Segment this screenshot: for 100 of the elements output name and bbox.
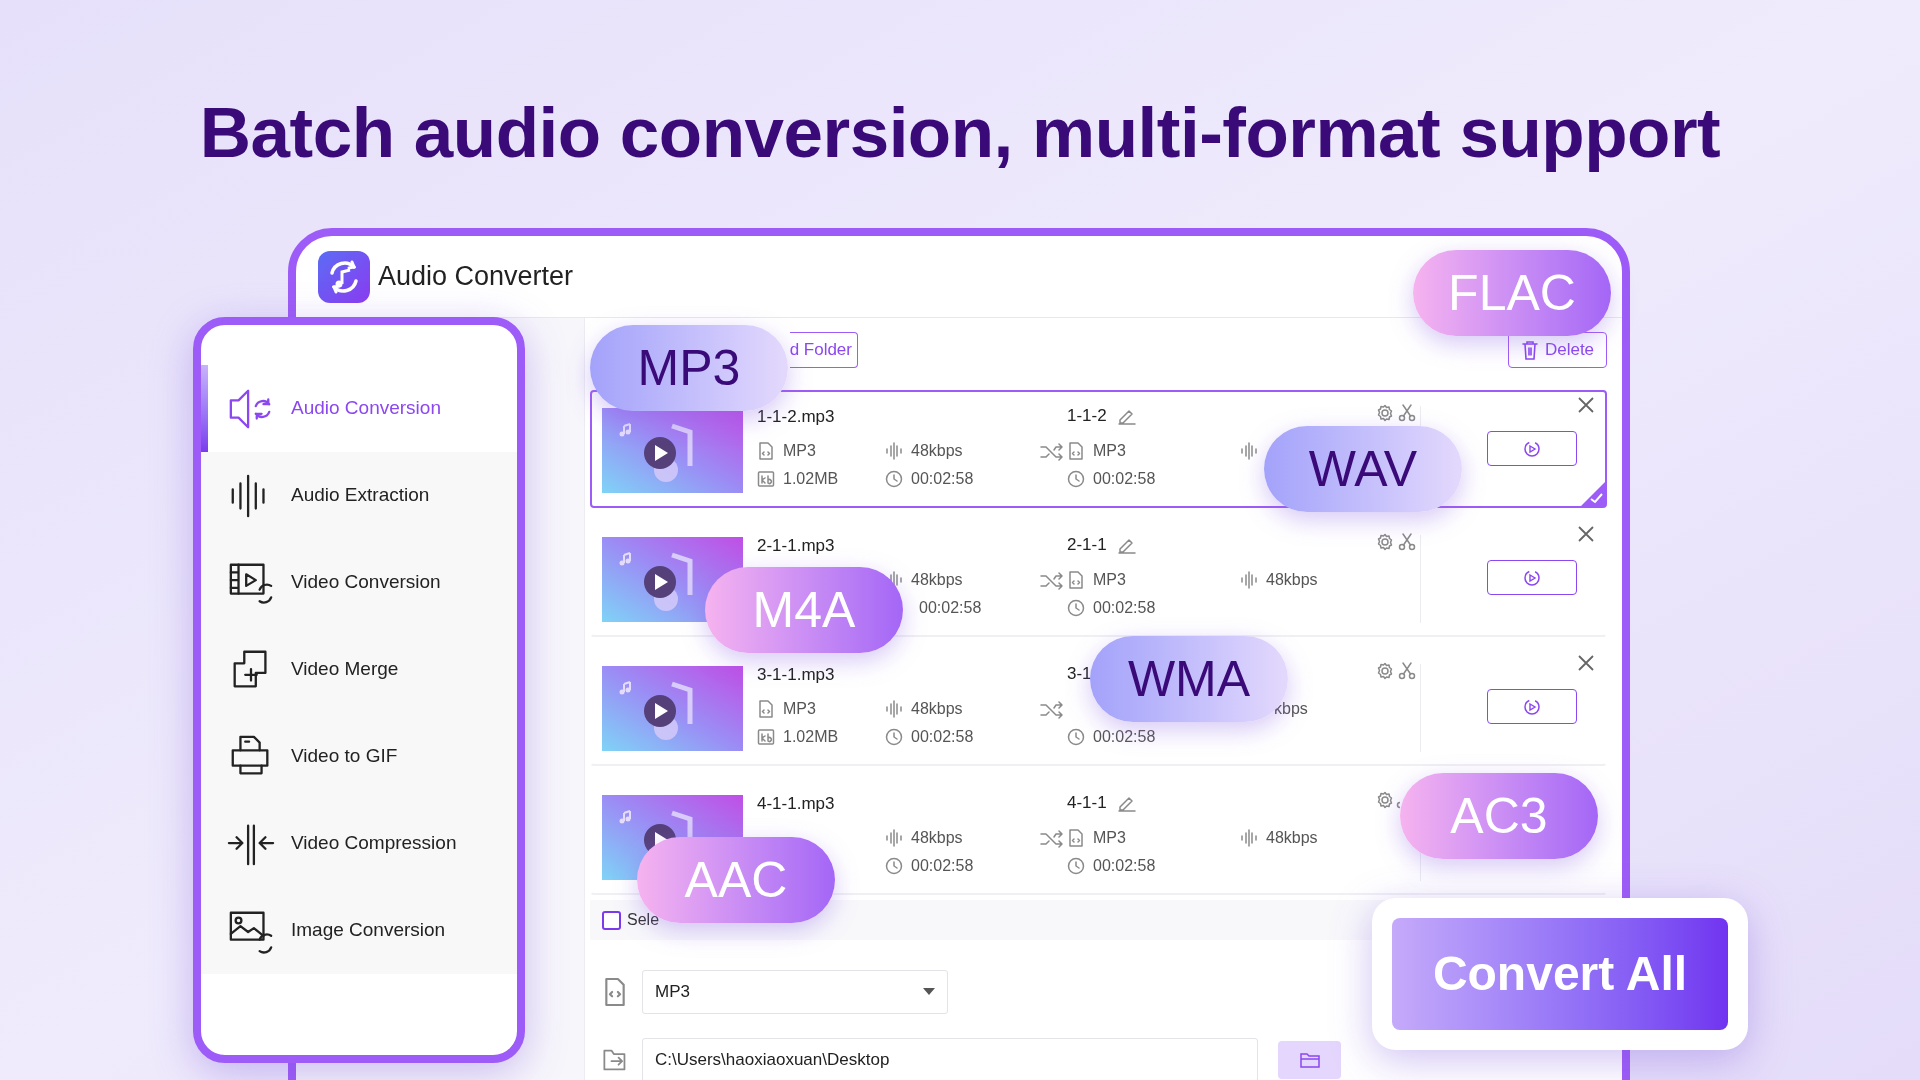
duration: 00:02:58 <box>919 598 982 618</box>
settings-icon[interactable] <box>1376 662 1394 680</box>
sidebar-item[interactable]: Image Conversion <box>201 887 517 974</box>
select-all-label: Sele <box>627 910 660 930</box>
convert-button[interactable] <box>1487 560 1577 595</box>
add-folder-button[interactable]: d Folder <box>790 332 858 368</box>
trash-icon <box>1520 340 1539 360</box>
shuffle-icon <box>1040 830 1064 848</box>
select-all-checkbox[interactable] <box>602 910 621 930</box>
output-format: MP3 <box>1093 828 1126 848</box>
duration: 00:02:58 <box>911 469 974 489</box>
bitrate-icon <box>885 442 903 460</box>
settings-icon[interactable] <box>1376 533 1394 551</box>
output-name: 2-1-1 <box>1067 534 1107 557</box>
format-tag: MP3 <box>590 325 788 411</box>
clock-icon <box>1067 470 1085 488</box>
output-format: MP3 <box>1093 441 1126 461</box>
folder-icon <box>1299 1052 1320 1068</box>
output-duration: 00:02:58 <box>1093 469 1156 489</box>
scissors-icon[interactable] <box>1398 404 1416 422</box>
bitrate-icon <box>1240 442 1258 460</box>
format-tag: M4A <box>705 567 903 653</box>
convert-button[interactable] <box>1487 431 1577 466</box>
file-format: MP3 <box>783 699 816 719</box>
bitrate-icon <box>1240 571 1258 589</box>
file-name: 4-1-1.mp3 <box>757 793 836 815</box>
app-logo-icon <box>318 250 370 303</box>
scissors-icon[interactable] <box>1398 662 1416 680</box>
file-format-icon <box>757 442 775 460</box>
duration: 00:02:58 <box>911 727 974 747</box>
dropdown-caret-icon <box>923 988 935 996</box>
scissors-icon[interactable] <box>1398 533 1416 551</box>
headline: Batch audio conversion, multi-format support <box>198 92 1722 174</box>
bitrate: 48kbps <box>911 699 963 719</box>
file-size-icon <box>757 728 775 746</box>
convert-icon <box>1523 439 1541 458</box>
shuffle-icon <box>1040 701 1064 719</box>
sidebar-item[interactable]: Video Compression <box>201 800 517 887</box>
output-bitrate: 48kbps <box>1266 828 1318 848</box>
window-title: Audio Converter <box>378 260 574 294</box>
shuffle-icon <box>1040 572 1064 590</box>
clock-icon <box>1067 728 1085 746</box>
convert-button[interactable] <box>1487 689 1577 724</box>
sidebar-item[interactable]: Audio Extraction <box>201 452 517 539</box>
clock-icon <box>885 470 903 488</box>
close-icon[interactable] <box>1577 525 1595 543</box>
convert-icon <box>1523 697 1541 716</box>
file-name: 3-1-1.mp3 <box>757 664 836 686</box>
sidebar-item[interactable]: Audio Conversion <box>201 365 517 452</box>
shuffle-icon <box>1040 443 1064 461</box>
file-size: 1.02MB <box>783 727 839 747</box>
sidebar-item[interactable]: Video to GIF <box>201 713 517 800</box>
file-name: 2-1-1.mp3 <box>757 535 836 557</box>
format-dropdown[interactable]: MP3 <box>642 970 948 1014</box>
output-format: MP3 <box>1093 570 1126 590</box>
sidebar-item[interactable]: Video Merge <box>201 626 517 713</box>
bitrate: 48kbps <box>911 828 963 848</box>
output-format-icon <box>602 977 628 1007</box>
selected-check-icon <box>1581 482 1605 506</box>
output-name: 3-1 <box>1067 663 1092 686</box>
pencil-icon <box>1116 407 1137 425</box>
pencil-icon <box>1116 794 1137 812</box>
clock-icon <box>1067 857 1085 875</box>
file-format-icon <box>1067 571 1085 589</box>
settings-icon[interactable] <box>1376 791 1394 809</box>
bitrate-icon <box>1240 829 1258 847</box>
output-duration: 00:02:58 <box>1093 598 1156 618</box>
clock-icon <box>885 728 903 746</box>
output-path-field[interactable]: C:\Users\haoxiaoxuan\Desktop <box>642 1038 1258 1080</box>
bitrate-icon <box>885 700 903 718</box>
convert-all-button[interactable]: Convert All <box>1392 918 1728 1030</box>
settings-icon[interactable] <box>1376 404 1394 422</box>
file-size-icon <box>757 470 775 488</box>
close-icon[interactable] <box>1577 654 1595 672</box>
output-name: 1-1-2 <box>1067 405 1107 428</box>
output-folder-icon <box>602 1047 628 1073</box>
pencil-icon <box>1116 536 1137 554</box>
sidebar-item[interactable]: Video Conversion <box>201 539 517 626</box>
output-duration: 00:02:58 <box>1093 727 1156 747</box>
duration: 00:02:58 <box>911 856 974 876</box>
clock-icon <box>1067 599 1085 617</box>
bitrate: 48kbps <box>911 441 963 461</box>
output-duration: 00:02:58 <box>1093 856 1156 876</box>
file-size: 1.02MB <box>783 469 839 489</box>
browse-folder-button[interactable] <box>1278 1041 1341 1079</box>
format-tag: WAV <box>1264 426 1462 512</box>
file-format-icon <box>1067 442 1085 460</box>
bitrate-icon <box>885 829 903 847</box>
file-format: MP3 <box>783 441 816 461</box>
file-format-icon <box>757 700 775 718</box>
bitrate: 48kbps <box>911 570 963 590</box>
output-name: 4-1-1 <box>1067 792 1107 815</box>
output-bitrate: 48kbps <box>1266 570 1318 590</box>
format-tag: FLAC <box>1413 250 1611 336</box>
delete-button[interactable]: Delete <box>1508 332 1607 368</box>
close-icon[interactable] <box>1577 396 1595 414</box>
clock-icon <box>885 857 903 875</box>
convert-icon <box>1523 568 1541 587</box>
format-tag: AC3 <box>1400 773 1598 859</box>
file-format-icon <box>1067 829 1085 847</box>
